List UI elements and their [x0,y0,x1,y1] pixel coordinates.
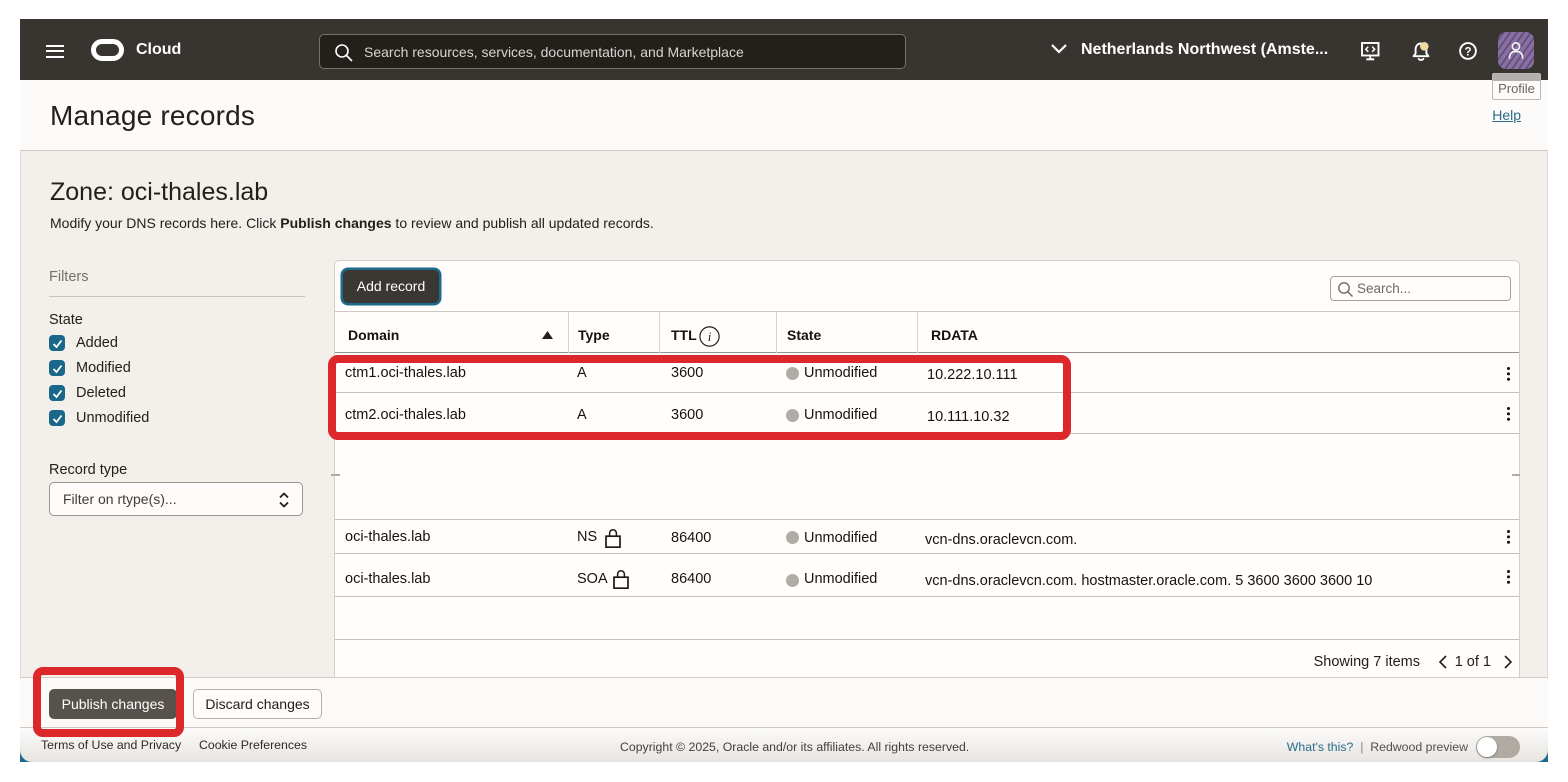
svg-text:?: ? [1464,46,1471,58]
svg-text:i: i [707,329,711,344]
